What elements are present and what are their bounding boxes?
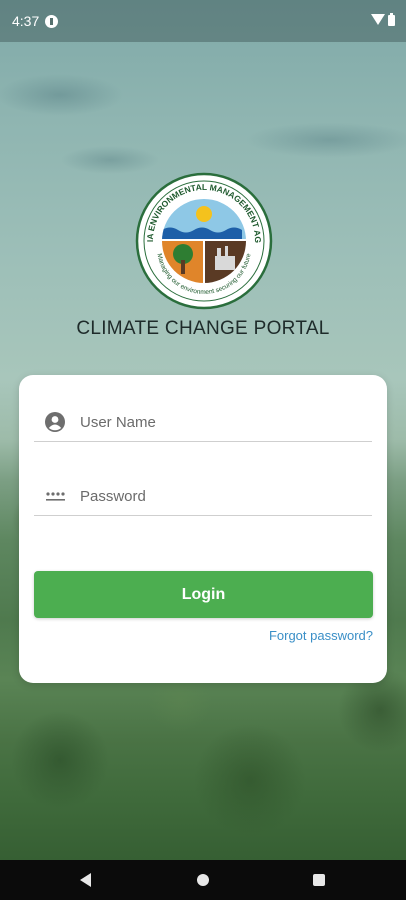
wifi-icon [371, 14, 385, 25]
username-field[interactable] [34, 405, 372, 442]
notification-icon [45, 15, 58, 28]
forgot-password-link[interactable]: Forgot password? [269, 628, 373, 643]
username-input[interactable] [78, 405, 372, 439]
page-title: CLIMATE CHANGE PORTAL [76, 318, 330, 339]
status-bar: 4:37 [0, 0, 406, 42]
zema-logo: ZAMBIA ENVIRONMENTAL MANAGEMENT AGENCY M… [131, 164, 273, 310]
status-time: 4:37 [12, 13, 40, 29]
login-card: Login Forgot password? [19, 375, 387, 683]
password-dots-icon [46, 492, 65, 501]
password-input[interactable] [78, 479, 372, 513]
navigation-bar [0, 860, 406, 900]
account-circle-icon [45, 412, 65, 432]
password-field[interactable] [34, 479, 372, 516]
logo-graphic: ZAMBIA ENVIRONMENTAL MANAGEMENT AGENCY M… [131, 164, 273, 310]
recents-icon[interactable] [313, 874, 325, 886]
back-icon[interactable] [80, 873, 91, 887]
home-icon[interactable] [197, 874, 209, 886]
login-button[interactable]: Login [34, 571, 373, 618]
battery-icon [388, 13, 395, 26]
